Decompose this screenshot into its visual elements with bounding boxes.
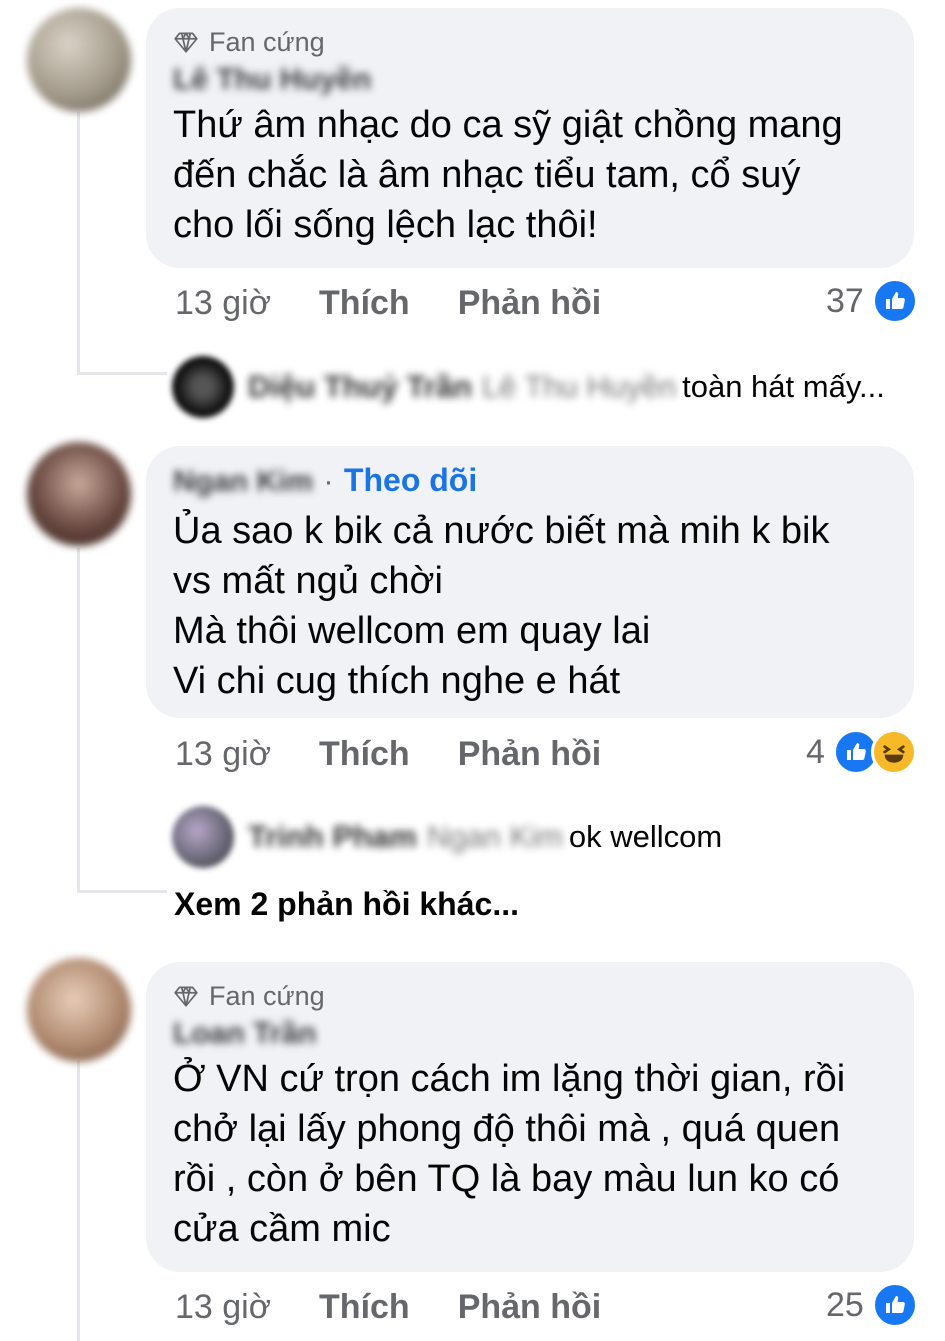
comment-actions: 13 giờ Thích Phản hồi xyxy=(175,284,649,323)
avatar[interactable] xyxy=(27,958,131,1062)
comment-bubble: Fan cứng Lê Thu Huyền Thứ âm nhạc do ca … xyxy=(146,8,914,268)
avatar[interactable] xyxy=(27,442,131,546)
thread-line xyxy=(77,112,80,374)
top-fan-badge: Fan cứng xyxy=(173,24,886,60)
reply-button[interactable]: Phản hồi xyxy=(458,735,602,774)
reaction-summary[interactable]: 25 xyxy=(826,1282,918,1328)
comment-text: Ủa sao k bik cả nước biết mà mih k bik v… xyxy=(173,510,830,702)
view-more-replies-link[interactable]: Xem 2 phản hồi khác... xyxy=(174,886,519,923)
diamond-icon xyxy=(174,986,198,1007)
thread-line xyxy=(77,1060,80,1341)
comment-author[interactable]: Loan Trần xyxy=(173,1014,316,1054)
separator-dot: · xyxy=(323,465,334,498)
reaction-count: 37 xyxy=(826,281,864,320)
reply-button[interactable]: Phản hồi xyxy=(458,284,602,323)
comment-actions: 13 giờ Thích Phản hồi xyxy=(175,1288,649,1327)
reply-author[interactable]: Diệu Thuỷ Trần xyxy=(248,369,472,405)
reply-author[interactable]: Trinh Pham xyxy=(248,819,417,855)
follow-button[interactable]: Theo dõi xyxy=(344,462,477,498)
like-button[interactable]: Thích xyxy=(319,735,410,774)
reply-text: toàn hát mấy... xyxy=(682,369,885,404)
avatar[interactable] xyxy=(27,8,131,112)
like-button[interactable]: Thích xyxy=(319,1288,410,1327)
reaction-count: 4 xyxy=(806,732,825,771)
comment-time[interactable]: 13 giờ xyxy=(175,735,271,774)
comment-bubble: Ngan Kim · Theo dõi Ủa sao k bik cả nước… xyxy=(146,446,914,718)
thread-line-elbow xyxy=(77,890,167,893)
comment-time[interactable]: 13 giờ xyxy=(175,1288,271,1327)
badge-label: Fan cứng xyxy=(209,980,325,1011)
comment-bubble: Fan cứng Loan Trần Ở VN cứ trọn cách im … xyxy=(146,962,914,1272)
top-fan-badge: Fan cứng xyxy=(173,978,886,1014)
reply-mention[interactable]: Lê Thu Huyền xyxy=(482,369,676,405)
reaction-summary[interactable]: 4 xyxy=(806,729,917,775)
comment-author[interactable]: Ngan Kim xyxy=(173,462,313,502)
reaction-count: 25 xyxy=(826,1285,864,1324)
thread-line-elbow xyxy=(77,372,167,375)
reply-text: ok wellcom xyxy=(568,819,723,854)
reply-avatar[interactable] xyxy=(172,806,234,868)
reply-mention[interactable]: Ngan Kim xyxy=(427,819,563,855)
comment-text: Thứ âm nhạc do ca sỹ giật chồng mang đến… xyxy=(173,104,843,246)
like-button[interactable]: Thích xyxy=(319,284,410,323)
comment-text: Ở VN cứ trọn cách im lặng thời gian, rồi… xyxy=(173,1058,846,1250)
reply-preview[interactable]: Diệu Thuỷ Trần Lê Thu Huyền toàn hát mấy… xyxy=(172,356,885,418)
thread-line xyxy=(77,548,80,893)
reply-preview[interactable]: Trinh Pham Ngan Kim ok wellcom xyxy=(172,806,722,868)
comment-actions: 13 giờ Thích Phản hồi xyxy=(175,735,649,774)
diamond-icon xyxy=(174,32,198,53)
haha-reaction-icon xyxy=(870,729,917,775)
reply-button[interactable]: Phản hồi xyxy=(458,1288,602,1327)
reaction-summary[interactable]: 37 xyxy=(826,278,918,324)
badge-label: Fan cứng xyxy=(209,26,325,57)
reply-avatar[interactable] xyxy=(172,356,234,418)
comment-author[interactable]: Lê Thu Huyền xyxy=(173,60,371,100)
like-reaction-icon xyxy=(871,1282,918,1328)
comment-time[interactable]: 13 giờ xyxy=(175,284,271,323)
like-reaction-icon xyxy=(871,278,918,324)
